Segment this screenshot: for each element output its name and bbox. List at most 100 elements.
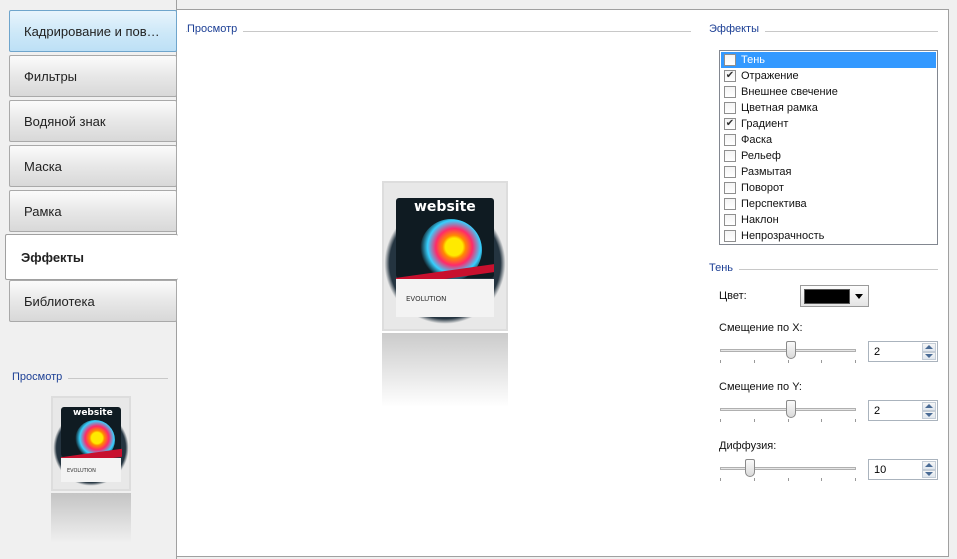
slider-tick bbox=[754, 419, 755, 422]
offset-y-spinner[interactable]: 2 bbox=[868, 400, 938, 421]
effect-item-label: Градиент bbox=[741, 118, 789, 130]
color-swatch bbox=[804, 288, 850, 304]
color-picker[interactable] bbox=[800, 285, 869, 307]
offset-y-label: Смещение по Y: bbox=[719, 381, 802, 393]
checkbox-icon[interactable] bbox=[724, 102, 736, 114]
diffusion-value: 10 bbox=[874, 464, 887, 476]
preview-group-line bbox=[186, 31, 691, 32]
main-preview-product-text: EVOLUTION bbox=[406, 295, 447, 303]
slider-tick bbox=[855, 478, 856, 481]
effects-list[interactable]: Тень ✔ Отражение Внешнее свечение Цветная ра… bbox=[719, 50, 938, 245]
tab-filters[interactable]: Фильтры bbox=[9, 55, 177, 97]
effect-item[interactable]: ✔ Отражение bbox=[721, 68, 936, 84]
offset-y-value: 2 bbox=[874, 405, 881, 417]
effect-item-label: Размытая bbox=[741, 166, 792, 178]
slider-tick bbox=[855, 360, 856, 363]
effects-title: Эффекты bbox=[709, 23, 766, 35]
checkbox-icon[interactable] bbox=[724, 166, 736, 178]
checkbox-icon[interactable] bbox=[724, 150, 736, 162]
color-label: Цвет: bbox=[719, 290, 747, 302]
effect-item-label: Отражение bbox=[741, 70, 799, 82]
tab-mask[interactable]: Маска bbox=[9, 145, 177, 187]
offset-x-value: 2 bbox=[874, 346, 881, 358]
effect-item-label: Поворот bbox=[741, 182, 784, 194]
slider-track[interactable] bbox=[720, 467, 856, 470]
checkbox-checked-icon[interactable]: ✔ bbox=[724, 70, 736, 82]
nav-preview-reflection bbox=[51, 493, 131, 543]
checkbox-checked-icon[interactable]: ✔ bbox=[724, 118, 736, 130]
offset-x-slider[interactable] bbox=[720, 341, 856, 363]
slider-handle[interactable] bbox=[786, 400, 796, 418]
chevron-down-icon bbox=[855, 293, 863, 299]
checkbox-icon[interactable] bbox=[724, 134, 736, 146]
main-preview-logo-text: website bbox=[414, 199, 476, 215]
effect-item-label: Цветная рамка bbox=[741, 102, 818, 114]
main-preview-reflection bbox=[382, 333, 508, 407]
effect-item-label: Перспектива bbox=[741, 198, 807, 210]
tab-watermark[interactable]: Водяной знак bbox=[9, 100, 177, 142]
tab-effects[interactable]: Эффекты bbox=[5, 234, 178, 280]
shadow-group-line bbox=[709, 269, 938, 270]
preview-logo-text: website bbox=[73, 408, 113, 418]
effect-item[interactable]: Внешнее свечение bbox=[721, 84, 936, 100]
effect-item-label: Непрозрачность bbox=[741, 230, 825, 242]
slider-tick bbox=[855, 419, 856, 422]
slider-tick bbox=[754, 478, 755, 481]
spin-up-icon[interactable] bbox=[922, 402, 936, 411]
preview-product-text: EVOLUTION bbox=[67, 468, 96, 474]
slider-tick bbox=[788, 419, 789, 422]
effect-item[interactable]: Наклон bbox=[721, 212, 936, 228]
slider-tick bbox=[754, 360, 755, 363]
left-nav: Кадрирование и пов… Фильтры Водяной знак… bbox=[0, 0, 178, 559]
spin-down-icon[interactable] bbox=[922, 469, 936, 478]
effect-item[interactable]: Размытая bbox=[721, 164, 936, 180]
offset-x-spinner[interactable]: 2 bbox=[868, 341, 938, 362]
effect-item-label: Внешнее свечение bbox=[741, 86, 838, 98]
offset-y-slider[interactable] bbox=[720, 400, 856, 422]
offset-x-label: Смещение по X: bbox=[719, 322, 803, 334]
effect-item[interactable]: Фаска bbox=[721, 132, 936, 148]
spin-down-icon[interactable] bbox=[922, 351, 936, 360]
effect-item-label: Тень bbox=[741, 54, 766, 66]
spin-up-icon[interactable] bbox=[922, 461, 936, 470]
slider-tick bbox=[821, 478, 822, 481]
slider-tick bbox=[821, 360, 822, 363]
effect-item[interactable]: Перспектива bbox=[721, 196, 936, 212]
diffusion-label: Диффузия: bbox=[719, 440, 777, 452]
spin-up-icon[interactable] bbox=[922, 343, 936, 352]
effect-item[interactable]: Непрозрачность bbox=[721, 228, 936, 244]
effect-item[interactable]: Тень bbox=[721, 52, 936, 68]
effect-item-label: Наклон bbox=[741, 214, 779, 226]
effect-item-label: Рельеф bbox=[741, 150, 781, 162]
checkbox-icon[interactable] bbox=[724, 182, 736, 194]
shadow-title: Тень bbox=[709, 262, 740, 274]
spin-down-icon[interactable] bbox=[922, 410, 936, 419]
checkbox-icon[interactable] bbox=[724, 54, 736, 66]
slider-tick bbox=[821, 419, 822, 422]
slider-tick bbox=[788, 478, 789, 481]
tab-crop-rotate[interactable]: Кадрирование и пов… bbox=[9, 10, 177, 52]
checkbox-icon[interactable] bbox=[724, 214, 736, 226]
tab-library[interactable]: Библиотека bbox=[9, 280, 177, 322]
slider-tick bbox=[720, 360, 721, 363]
checkbox-icon[interactable] bbox=[724, 86, 736, 98]
main-preview-title: Просмотр bbox=[187, 23, 244, 35]
diffusion-slider[interactable] bbox=[720, 459, 856, 481]
checkbox-icon[interactable] bbox=[724, 198, 736, 210]
slider-tick bbox=[788, 360, 789, 363]
diffusion-spinner[interactable]: 10 bbox=[868, 459, 938, 480]
effect-item[interactable]: Поворот bbox=[721, 180, 936, 196]
effect-item[interactable]: Цветная рамка bbox=[721, 100, 936, 116]
slider-handle[interactable] bbox=[745, 459, 755, 477]
nav-preview-image: website EVOLUTION bbox=[51, 396, 131, 491]
slider-tick bbox=[720, 478, 721, 481]
main-preview-image: website EVOLUTION bbox=[382, 181, 508, 331]
effect-item[interactable]: Рельеф bbox=[721, 148, 936, 164]
checkbox-icon[interactable] bbox=[724, 230, 736, 242]
tab-frame[interactable]: Рамка bbox=[9, 190, 177, 232]
effect-item[interactable]: ✔ Градиент bbox=[721, 116, 936, 132]
slider-handle[interactable] bbox=[786, 341, 796, 359]
effect-item-label: Фаска bbox=[741, 134, 773, 146]
nav-preview-title: Просмотр bbox=[12, 371, 69, 383]
slider-tick bbox=[720, 419, 721, 422]
